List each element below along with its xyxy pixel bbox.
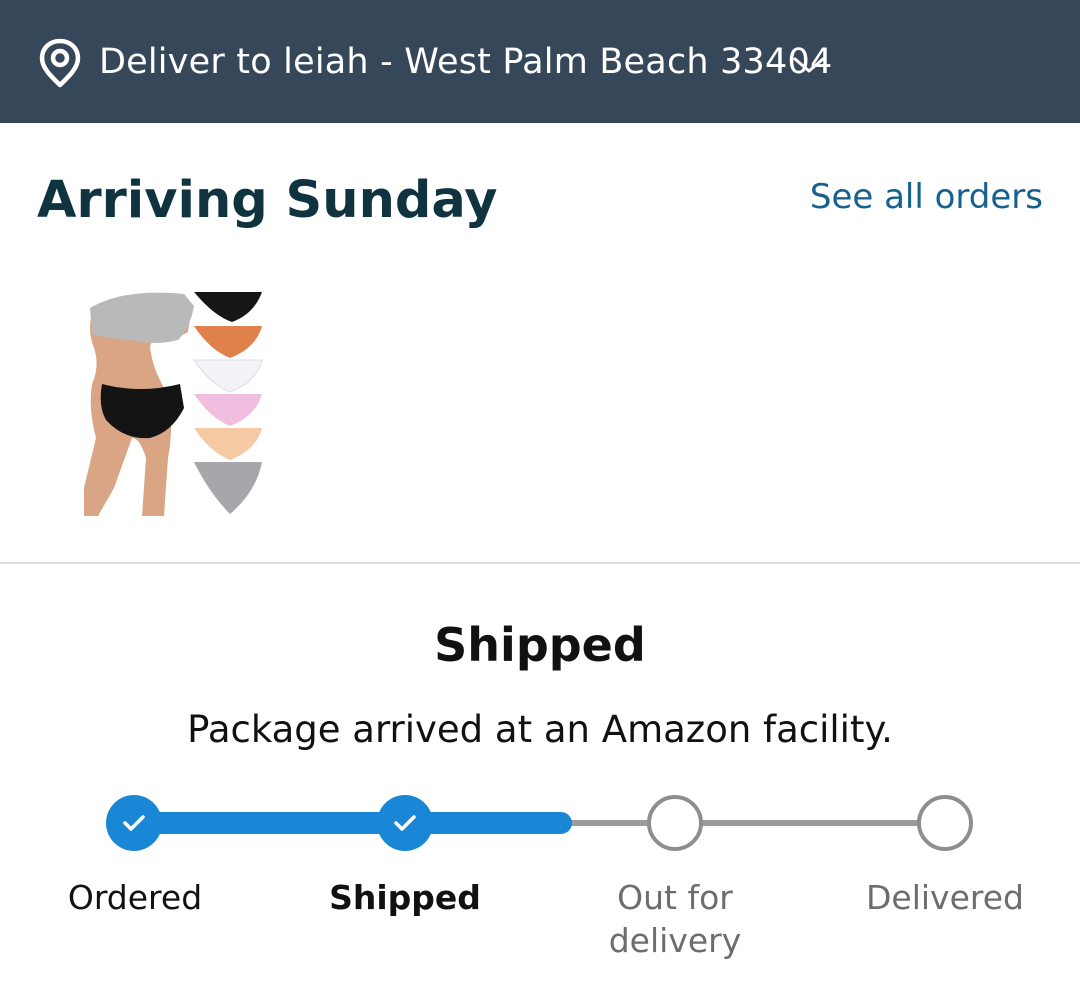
- progress-fill: [124, 812, 572, 834]
- step-ordered-label: Ordered: [67, 878, 203, 917]
- shipment-status-title: Shipped: [434, 618, 646, 672]
- section-divider: [0, 562, 1080, 564]
- chevron-down-icon[interactable]: [792, 54, 826, 76]
- step-delivered-indicator: [917, 795, 973, 851]
- step-out-for-delivery-label: Out for delivery: [608, 878, 742, 960]
- product-image[interactable]: [84, 288, 266, 516]
- step-shipped-label: Shipped: [329, 878, 481, 917]
- shipment-progress-tracker: Ordered Shipped Out for delivery Deliver…: [0, 780, 1080, 980]
- step-shipped-indicator: [377, 795, 433, 851]
- location-pin-icon: [39, 38, 81, 88]
- deliver-to-text[interactable]: Deliver to leiah - West Palm Beach 33404: [99, 37, 832, 87]
- shipment-status-message: Package arrived at an Amazon facility.: [187, 708, 893, 751]
- step-out-for-delivery-indicator: [647, 795, 703, 851]
- see-all-orders-link[interactable]: See all orders: [810, 172, 1043, 222]
- checkmark-icon: [123, 815, 145, 831]
- delivery-address-bar[interactable]: Deliver to leiah - West Palm Beach 33404: [0, 0, 1080, 123]
- checkmark-icon: [394, 815, 416, 831]
- step-delivered-label: Delivered: [866, 878, 1024, 917]
- arrival-heading: Arriving Sunday: [37, 171, 498, 230]
- step-ordered-indicator: [106, 795, 162, 851]
